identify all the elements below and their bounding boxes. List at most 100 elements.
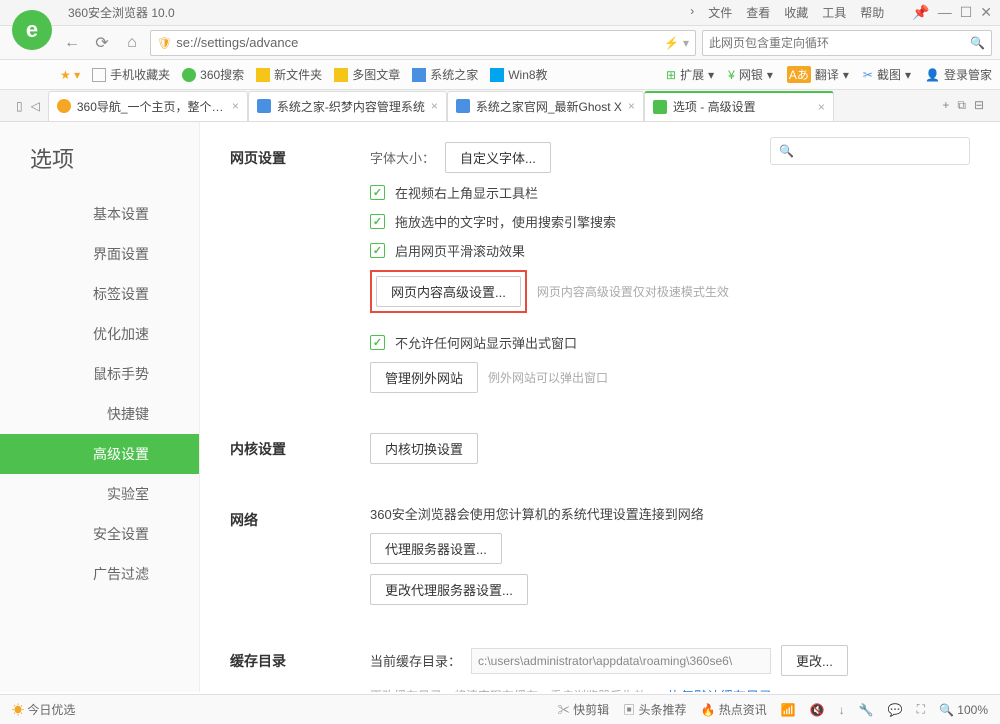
sidepanel-icon[interactable]: ▯ [16, 99, 23, 113]
maximize-icon[interactable]: ☐ [960, 4, 973, 21]
settings-page: 选项 基本设置 界面设置 标签设置 优化加速 鼠标手势 快捷键 高级设置 实验室… [0, 122, 1000, 692]
new-tab-button[interactable]: + [942, 98, 949, 113]
hotnews-button[interactable]: 🔥 热点资讯 [700, 701, 766, 718]
titlebar: 360安全浏览器 10.0 › 文件 查看 收藏 工具 帮助 📌 — ☐ ✕ [0, 0, 1000, 26]
minimize-icon[interactable]: — [938, 4, 952, 21]
bolt-icon[interactable]: ⚡ [664, 36, 679, 50]
bookmark-multipic[interactable]: 多图文章 [334, 66, 400, 83]
quickclip-button[interactable]: ✂ 快剪辑 [558, 701, 609, 718]
sidebar-item-ui[interactable]: 界面设置 [0, 234, 199, 274]
bookmark-newfolder[interactable]: 新文件夹 [256, 66, 322, 83]
app-title: 360安全浏览器 10.0 [68, 4, 175, 21]
section-network-title: 网络 [230, 504, 370, 615]
login-manager-button[interactable]: 👤 登录管家 [925, 66, 992, 83]
change-proxy-button[interactable]: 更改代理服务器设置... [370, 574, 528, 605]
tab-2[interactable]: 系统之家-织梦内容管理系统 × [248, 91, 447, 121]
tab-close-icon[interactable]: × [628, 99, 635, 113]
dropdown-icon[interactable]: ▾ [683, 36, 689, 50]
manage-exceptions-button[interactable]: 管理例外网站 [370, 362, 478, 393]
caret-icon[interactable]: › [690, 4, 694, 21]
tab-4[interactable]: 选项 - 高级设置 × [644, 91, 834, 121]
page-title: 选项 [0, 132, 199, 194]
tools-icon[interactable]: 🔧 [859, 703, 874, 717]
sidebar-item-tabs[interactable]: 标签设置 [0, 274, 199, 314]
bookmark-xitong[interactable]: 系统之家 [412, 66, 478, 83]
bookmark-bar: ★ ▾ 手机收藏夹 360搜索 新文件夹 多图文章 系统之家 Win8教 ⊞ 扩… [0, 60, 1000, 90]
restore-cache-link[interactable]: 恢复默认缓存目录 [668, 686, 772, 692]
download-icon[interactable]: ↓ [839, 703, 845, 717]
today-featured[interactable]: ☀ 今日优选 [12, 701, 75, 718]
tab-close-icon[interactable]: × [818, 100, 825, 114]
ext-button[interactable]: ⊞ 扩展 ▾ [666, 66, 714, 83]
proxy-settings-button[interactable]: 代理服务器设置... [370, 533, 502, 564]
sidebar-item-gestures[interactable]: 鼠标手势 [0, 354, 199, 394]
fullscreen-icon[interactable]: ⛶ [917, 702, 925, 717]
search-icon[interactable]: 🔍 [970, 36, 985, 50]
cache-hint: 更改缓存目录，将清空现有缓存，重启浏览器后生效。 [370, 687, 658, 692]
bookmark-win8[interactable]: Win8教 [490, 66, 547, 83]
sidebar-item-security[interactable]: 安全设置 [0, 514, 199, 554]
sidebar-item-hotkeys[interactable]: 快捷键 [0, 394, 199, 434]
cache-label: 当前缓存目录： [370, 651, 461, 670]
menu-fav[interactable]: 收藏 [784, 4, 808, 21]
bank-button[interactable]: ¥ 网银 ▾ [728, 66, 773, 83]
bookmark-mobile[interactable]: 手机收藏夹 [92, 66, 170, 83]
mute-icon[interactable]: 🔇 [810, 703, 825, 717]
screenshot-button[interactable]: ✂ 截图 ▾ [863, 66, 911, 83]
restore-tab-icon[interactable]: ⧉ [957, 98, 966, 113]
headlines-button[interactable]: ▣ 头条推荐 [623, 701, 686, 718]
checkbox-label: 启用网页平滑滚动效果 [395, 241, 525, 260]
tab-list-icon[interactable]: ⊟ [974, 98, 984, 113]
translate-button[interactable]: Aあ 翻译 ▾ [787, 66, 849, 83]
tab-favicon [57, 99, 71, 113]
checkbox-label: 拖放选中的文字时，使用搜索引擎搜索 [395, 212, 616, 231]
bookmark-360search[interactable]: 360搜索 [182, 66, 244, 83]
home-button[interactable]: ⌂ [120, 31, 144, 55]
menu-file[interactable]: 文件 [708, 4, 732, 21]
chat-icon[interactable]: 💬 [888, 703, 903, 717]
checkbox-smooth-scroll[interactable] [370, 243, 385, 258]
omnibox-search[interactable]: 🔍 [702, 30, 992, 56]
pin-icon[interactable]: 📌 [912, 4, 929, 21]
history-back-icon[interactable]: ◁ [31, 99, 40, 113]
highlighted-box: 网页内容高级设置... [370, 270, 527, 313]
menu-tools[interactable]: 工具 [822, 4, 846, 21]
menu-view[interactable]: 查看 [746, 4, 770, 21]
menu-help[interactable]: 帮助 [860, 4, 884, 21]
tab-1[interactable]: 360导航_一个主页，整个世... × [48, 91, 248, 121]
checkbox-block-popups[interactable] [370, 335, 385, 350]
back-button[interactable]: ← [60, 31, 84, 55]
network-desc: 360安全浏览器会使用您计算机的系统代理设置连接到网络 [370, 504, 704, 523]
tab-close-icon[interactable]: × [431, 99, 438, 113]
reload-button[interactable]: ⟳ [90, 31, 114, 55]
shield-icon: 🛡 [157, 36, 172, 50]
custom-font-button[interactable]: 自定义字体... [445, 142, 551, 173]
advanced-content-button[interactable]: 网页内容高级设置... [376, 276, 521, 307]
sidebar-item-lab[interactable]: 实验室 [0, 474, 199, 514]
wifi-icon[interactable]: 📶 [781, 703, 796, 717]
change-cache-button[interactable]: 更改... [781, 645, 848, 676]
tab-close-icon[interactable]: × [232, 99, 239, 113]
checkbox-video-toolbar[interactable] [370, 185, 385, 200]
omnibox-input[interactable] [709, 36, 970, 50]
section-kernel-title: 内核设置 [230, 433, 370, 474]
close-icon[interactable]: ✕ [980, 4, 992, 21]
zoom-level[interactable]: 🔍 100% [939, 703, 988, 717]
sidebar-item-adblock[interactable]: 广告过滤 [0, 554, 199, 594]
sidebar-item-advanced[interactable]: 高级设置 [0, 434, 199, 474]
section-webpage-title: 网页设置 [230, 142, 370, 403]
font-size-label: 字体大小： [370, 148, 435, 167]
tabbar: ▯ ◁ 360导航_一个主页，整个世... × 系统之家-织梦内容管理系统 × … [0, 90, 1000, 122]
url-bar[interactable]: 🛡 se://settings/advance ⚡ ▾ [150, 30, 696, 56]
sidebar-item-optimize[interactable]: 优化加速 [0, 314, 199, 354]
kernel-switch-button[interactable]: 内核切换设置 [370, 433, 478, 464]
sidebar-item-basic[interactable]: 基本设置 [0, 194, 199, 234]
settings-content: 🔍 网页设置 字体大小： 自定义字体... 在视频右上角显示工具栏 拖放选中的文… [200, 122, 1000, 692]
tab-favicon [653, 100, 667, 114]
fav-star-icon[interactable]: ★ ▾ [60, 68, 80, 82]
cache-path-input[interactable] [471, 648, 771, 674]
settings-search[interactable]: 🔍 [770, 137, 970, 165]
checkbox-drag-search[interactable] [370, 214, 385, 229]
tab-3[interactable]: 系统之家官网_最新Ghost X × [447, 91, 644, 121]
tab-favicon [456, 99, 470, 113]
